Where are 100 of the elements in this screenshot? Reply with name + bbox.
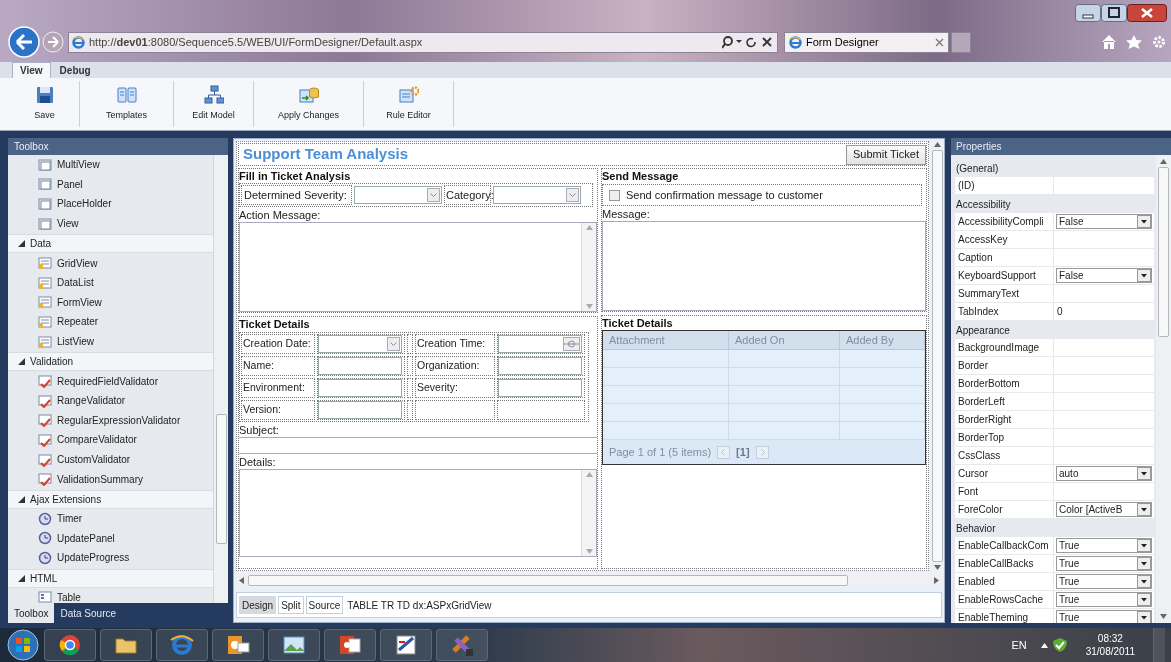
scroll-up-icon[interactable] xyxy=(1160,159,1167,164)
ribbon-button[interactable]: Save xyxy=(10,81,80,127)
text-area[interactable] xyxy=(239,222,597,312)
vertical-scrollbar[interactable] xyxy=(1156,155,1171,623)
scroll-right-icon[interactable] xyxy=(934,576,939,584)
component-item[interactable]: GridView xyxy=(8,253,213,273)
input-field[interactable] xyxy=(239,437,597,454)
component-item[interactable]: UpdateProgress xyxy=(8,548,213,568)
component-item[interactable]: FormView xyxy=(8,292,213,313)
dropdown-field[interactable]: Color [ActiveB xyxy=(1056,502,1152,517)
dropdown-field[interactable]: False xyxy=(1056,268,1152,283)
component-item[interactable]: CustomValidator xyxy=(8,449,213,470)
address-bar[interactable]: http://dev01:8080/Sequence5.5/WEB/UI/FormDesigner/Default.aspx xyxy=(68,31,778,53)
scroll-down-icon[interactable] xyxy=(1160,614,1167,619)
dropdown-field[interactable]: False xyxy=(1056,214,1152,229)
component-item[interactable]: DataList xyxy=(8,272,213,293)
scroll-down-icon[interactable] xyxy=(585,549,593,554)
vertical-scrollbar[interactable] xyxy=(931,139,944,573)
component-item[interactable]: Table xyxy=(8,587,213,603)
ribbon-button[interactable]: Edit Model xyxy=(174,81,254,127)
component-category[interactable]: Ajax Extensions xyxy=(8,489,213,509)
component-item[interactable]: Timer xyxy=(8,508,213,529)
shield-check-icon[interactable] xyxy=(1051,637,1068,653)
view-tab[interactable]: Design xyxy=(239,596,277,614)
dropdown-field[interactable]: True xyxy=(1056,610,1152,623)
dropdown-field[interactable]: True xyxy=(1056,574,1152,589)
close-icon[interactable] xyxy=(935,37,944,47)
vertical-scrollbar[interactable] xyxy=(213,155,228,603)
show-desktop-button[interactable] xyxy=(1153,628,1165,662)
dropdown-field[interactable]: True xyxy=(1056,556,1152,571)
scrollbar-thumb[interactable] xyxy=(215,414,227,544)
next-page-icon[interactable] xyxy=(755,445,769,459)
close-button[interactable] xyxy=(1127,4,1167,22)
component-item[interactable]: ValidationSummary xyxy=(8,469,213,489)
component-item[interactable]: RangeValidator xyxy=(8,390,213,411)
start-button[interactable] xyxy=(6,628,40,662)
ribbon-button[interactable]: Rule Editor xyxy=(364,81,454,127)
taskbar-button[interactable] xyxy=(380,629,432,661)
dropdown-field[interactable]: True xyxy=(1056,592,1152,607)
component-item[interactable]: UpdatePanel xyxy=(8,528,213,549)
dock-tab[interactable]: Toolbox xyxy=(8,603,55,623)
dropdown-field[interactable]: auto xyxy=(1056,466,1152,481)
dropdown-field[interactable]: True xyxy=(1056,538,1152,553)
property-category[interactable]: Behavior xyxy=(955,519,1154,537)
taskbar-button[interactable] xyxy=(100,629,152,661)
ribbon-button[interactable]: Apply Changes xyxy=(254,81,364,127)
scrollbar-thumb[interactable] xyxy=(932,150,943,562)
taskbar-button[interactable] xyxy=(212,629,264,661)
scrollbar-thumb[interactable] xyxy=(1158,167,1169,337)
taskbar-button[interactable] xyxy=(44,629,96,661)
scroll-up-icon[interactable] xyxy=(585,472,593,477)
ribbon-tab[interactable]: Debug xyxy=(52,62,98,78)
component-item[interactable]: RequiredFieldValidator xyxy=(8,371,213,391)
back-button[interactable] xyxy=(8,26,40,58)
taskbar-button[interactable] xyxy=(436,629,488,661)
maximize-button[interactable] xyxy=(1101,4,1127,22)
taskbar-button[interactable] xyxy=(324,629,376,661)
scrollbar-thumb[interactable] xyxy=(248,574,848,586)
component-category[interactable]: HTML xyxy=(8,568,213,588)
property-category[interactable]: Accessibility xyxy=(955,195,1154,213)
toolbar-icons[interactable] xyxy=(1101,34,1167,50)
language-indicator[interactable]: EN xyxy=(1011,636,1027,654)
ribbon-tab[interactable]: View xyxy=(12,62,51,78)
component-item[interactable]: ListView xyxy=(8,331,213,352)
taskbar-button[interactable] xyxy=(156,629,208,661)
taskbar-button[interactable] xyxy=(268,629,320,661)
property-category[interactable]: Appearance xyxy=(955,321,1154,339)
scroll-up-icon[interactable] xyxy=(585,225,593,230)
submit-button[interactable]: Submit Ticket xyxy=(845,144,926,165)
component-category[interactable]: Data xyxy=(8,234,213,254)
component-item[interactable]: RegularExpressionValidator xyxy=(8,410,213,431)
forward-button[interactable] xyxy=(42,31,64,53)
component-item[interactable]: Repeater xyxy=(8,312,213,332)
dropdown-field[interactable] xyxy=(354,186,442,204)
ribbon-button[interactable]: Templates xyxy=(80,81,174,127)
previous-page-icon[interactable] xyxy=(717,445,731,459)
tray-expand-icon[interactable] xyxy=(1040,642,1048,648)
property-value[interactable]: 0 xyxy=(1054,303,1154,320)
scroll-up-icon[interactable] xyxy=(934,142,941,147)
dock-tab[interactable]: Data Source xyxy=(54,603,123,623)
vertical-scrollbar[interactable] xyxy=(581,223,596,311)
component-item[interactable]: CompareValidator xyxy=(8,430,213,450)
text-area[interactable] xyxy=(239,469,597,557)
dropdown-field[interactable] xyxy=(493,186,581,204)
horizontal-scrollbar[interactable] xyxy=(236,573,942,587)
checkbox[interactable] xyxy=(609,189,620,201)
property-category[interactable]: (General) xyxy=(955,159,1154,177)
scroll-down-icon[interactable] xyxy=(934,565,941,570)
vertical-scrollbar[interactable] xyxy=(581,470,596,556)
new-tab-button[interactable] xyxy=(951,31,971,53)
clock[interactable]: 08:32 31/08/2011 xyxy=(1085,632,1135,658)
component-item[interactable]: PlaceHolder xyxy=(8,194,213,214)
view-tab[interactable]: Source xyxy=(305,596,344,614)
component-category[interactable]: Validation xyxy=(8,352,213,372)
view-tab[interactable]: Split xyxy=(278,596,304,614)
component-item[interactable]: Panel xyxy=(8,174,213,195)
browser-tab[interactable]: Form Designer xyxy=(784,31,949,53)
component-item[interactable]: View xyxy=(8,213,213,234)
scroll-down-icon[interactable] xyxy=(585,304,593,309)
component-item[interactable]: MultiView xyxy=(8,155,213,175)
